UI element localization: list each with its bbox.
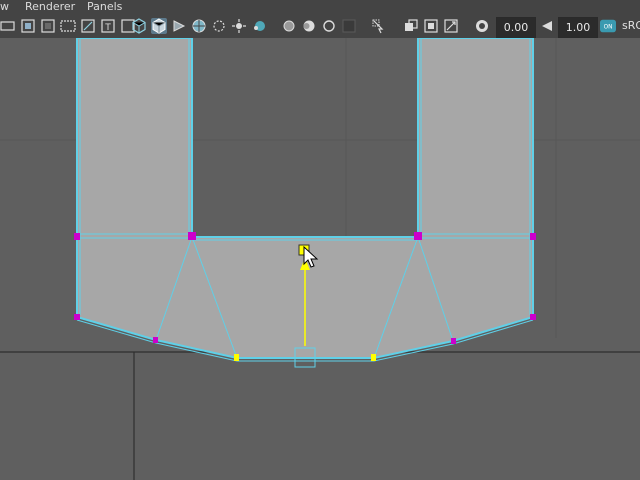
menu-item-renderer[interactable]: Renderer [25,0,75,14]
xray-icon[interactable] [301,18,317,34]
ssao-icon[interactable] [443,18,459,34]
vertex-selected[interactable] [414,232,422,240]
motion-blur-icon[interactable] [281,18,297,34]
viewport-renderer-icon[interactable] [423,18,439,34]
menu-item-view[interactable]: w [0,0,9,14]
exposure-field[interactable] [496,17,536,38]
gamma-field[interactable] [558,17,598,38]
ambient-occlusion-icon[interactable] [251,18,267,34]
grease-pencil-icon[interactable] [403,18,419,34]
vertex-selected[interactable] [74,233,80,240]
grid-icon[interactable] [80,18,96,34]
viewport-canvas[interactable] [0,38,640,480]
bookmarks-icon[interactable] [40,18,56,34]
gamma-icon[interactable] [539,18,555,34]
viewport-3d[interactable] [0,38,640,480]
hud-icon[interactable] [371,18,387,34]
color-management-toggle[interactable]: ON [600,18,618,34]
camera-attributes-icon[interactable] [20,18,36,34]
vertex-active[interactable] [234,354,239,361]
select-camera-icon[interactable] [0,18,16,34]
vertex-active[interactable] [371,354,376,361]
film-gate-icon[interactable]: T [100,18,116,34]
color-management-toggle-label: ON [604,25,613,31]
vertex-selected[interactable] [153,337,158,343]
menu-item-panels[interactable]: Panels [87,0,122,14]
image-plane-icon[interactable] [60,18,76,34]
svg-text:T: T [104,23,111,33]
textured-icon[interactable] [191,18,207,34]
smooth-shade-icon[interactable] [151,18,167,34]
xray-joints-icon[interactable] [321,18,337,34]
exposure-icon[interactable] [474,18,490,34]
vertex-selected[interactable] [74,314,80,320]
isolate-select-icon[interactable] [341,18,357,34]
vertex-selected[interactable] [530,233,536,240]
wireframe-on-shaded-icon[interactable] [171,18,187,34]
vertex-selected[interactable] [188,232,196,240]
vertex-selected[interactable] [451,338,456,344]
lights-icon[interactable] [211,18,227,34]
wireframe-icon[interactable] [131,18,147,34]
shadows-icon[interactable] [231,18,247,34]
panel-toolbar: T ON sRG [0,14,640,39]
vertex-selected[interactable] [530,314,536,320]
menu-bar: w Renderer Panels [0,0,640,14]
view-transform-label[interactable]: sRG [622,19,640,32]
